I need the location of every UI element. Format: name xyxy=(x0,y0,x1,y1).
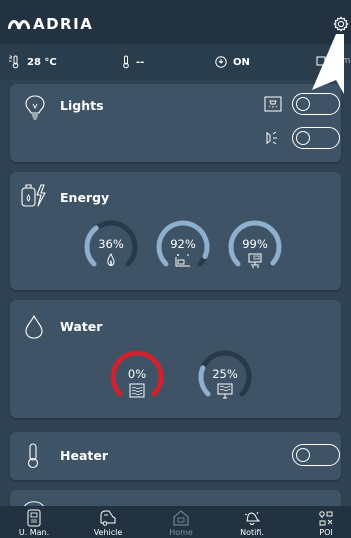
toggle-knob xyxy=(296,130,310,145)
fresh-water-gauge: 0% xyxy=(109,349,165,405)
water-drop-icon xyxy=(25,314,43,339)
waste-water-gauge: 25% xyxy=(197,349,253,405)
thermometer-icon xyxy=(123,55,129,69)
nav-user-manual[interactable]: U. Man. xyxy=(4,509,64,537)
inside-temp-value: -- xyxy=(136,56,145,68)
connection-status: ON xyxy=(214,55,250,69)
fresh-water-gauge-value: 0% xyxy=(127,367,147,381)
top-bar: ADRIA xyxy=(0,0,351,44)
manual-icon xyxy=(27,509,41,527)
nav-poi-label: POI xyxy=(319,528,333,537)
vehicle-icon xyxy=(100,510,116,526)
ceiling-light-icon xyxy=(264,96,282,112)
energy-title: Energy xyxy=(60,190,110,205)
bottom-navigation: U. Man. Vehicle Home Notifi. POI xyxy=(0,506,351,538)
pointer-arrow-icon xyxy=(312,34,344,94)
gas-gauge: 36% xyxy=(83,219,139,275)
solar-panel-icon xyxy=(248,253,262,268)
heater-title: Heater xyxy=(60,448,108,463)
inside-temperature: -- xyxy=(121,55,144,69)
poi-icon xyxy=(319,511,333,526)
waste-water-gauge-value: 25% xyxy=(212,367,238,381)
nav-notifications-label: Notifi. xyxy=(240,528,264,537)
energy-card: Energy 36% 92% 99% xyxy=(10,172,341,290)
heater-card: Heater xyxy=(10,432,341,480)
gas-gauge-value: 36% xyxy=(98,237,124,251)
battery-gauge-value: 92% xyxy=(170,237,196,251)
bell-icon xyxy=(244,511,261,525)
lamp-toggle[interactable] xyxy=(292,127,340,149)
nav-home[interactable]: Home xyxy=(151,509,211,537)
nav-home-label: Home xyxy=(169,528,193,537)
nav-poi[interactable]: POI xyxy=(296,509,351,537)
lights-title: Lights xyxy=(60,98,104,113)
solar-gauge-value: 99% xyxy=(242,237,268,251)
water-title: Water xyxy=(60,319,103,334)
home-icon xyxy=(173,510,189,526)
outside-temperature: 28 °C xyxy=(8,55,57,69)
outside-temp-value: 28 °C xyxy=(27,56,57,68)
status-bar: 28 °C -- ON 2 m xyxy=(0,44,351,80)
lamp-icon xyxy=(266,131,277,145)
brand-name: ADRIA xyxy=(33,15,94,33)
adria-logo-icon xyxy=(8,20,30,30)
water-card: Water 0% 25% xyxy=(10,300,341,418)
brand-logo: ADRIA xyxy=(8,14,93,34)
bulb-icon xyxy=(25,95,45,120)
power-cycle-icon xyxy=(215,56,227,68)
ceiling-light-toggle[interactable] xyxy=(292,93,340,115)
connection-status-value: ON xyxy=(233,56,250,68)
nav-user-manual-label: U. Man. xyxy=(18,528,50,537)
outdoor-thermometer-icon xyxy=(9,55,19,69)
fresh-water-tank-icon xyxy=(129,383,145,398)
nav-notifications[interactable]: Notifi. xyxy=(222,509,282,537)
flame-icon xyxy=(107,253,115,266)
lights-card: Lights xyxy=(10,84,341,162)
energy-icon xyxy=(21,184,46,207)
nav-vehicle[interactable]: Vehicle xyxy=(78,509,138,537)
heater-thermometer-icon xyxy=(27,443,39,469)
heater-toggle[interactable] xyxy=(292,444,340,466)
toggle-knob xyxy=(296,96,310,111)
battery-gauge: 92% xyxy=(155,219,211,275)
waste-water-tank-icon xyxy=(217,383,233,399)
nav-vehicle-label: Vehicle xyxy=(93,528,123,537)
solar-gauge: 99% xyxy=(227,219,283,275)
battery-icon xyxy=(175,254,190,267)
toggle-knob xyxy=(296,447,310,462)
